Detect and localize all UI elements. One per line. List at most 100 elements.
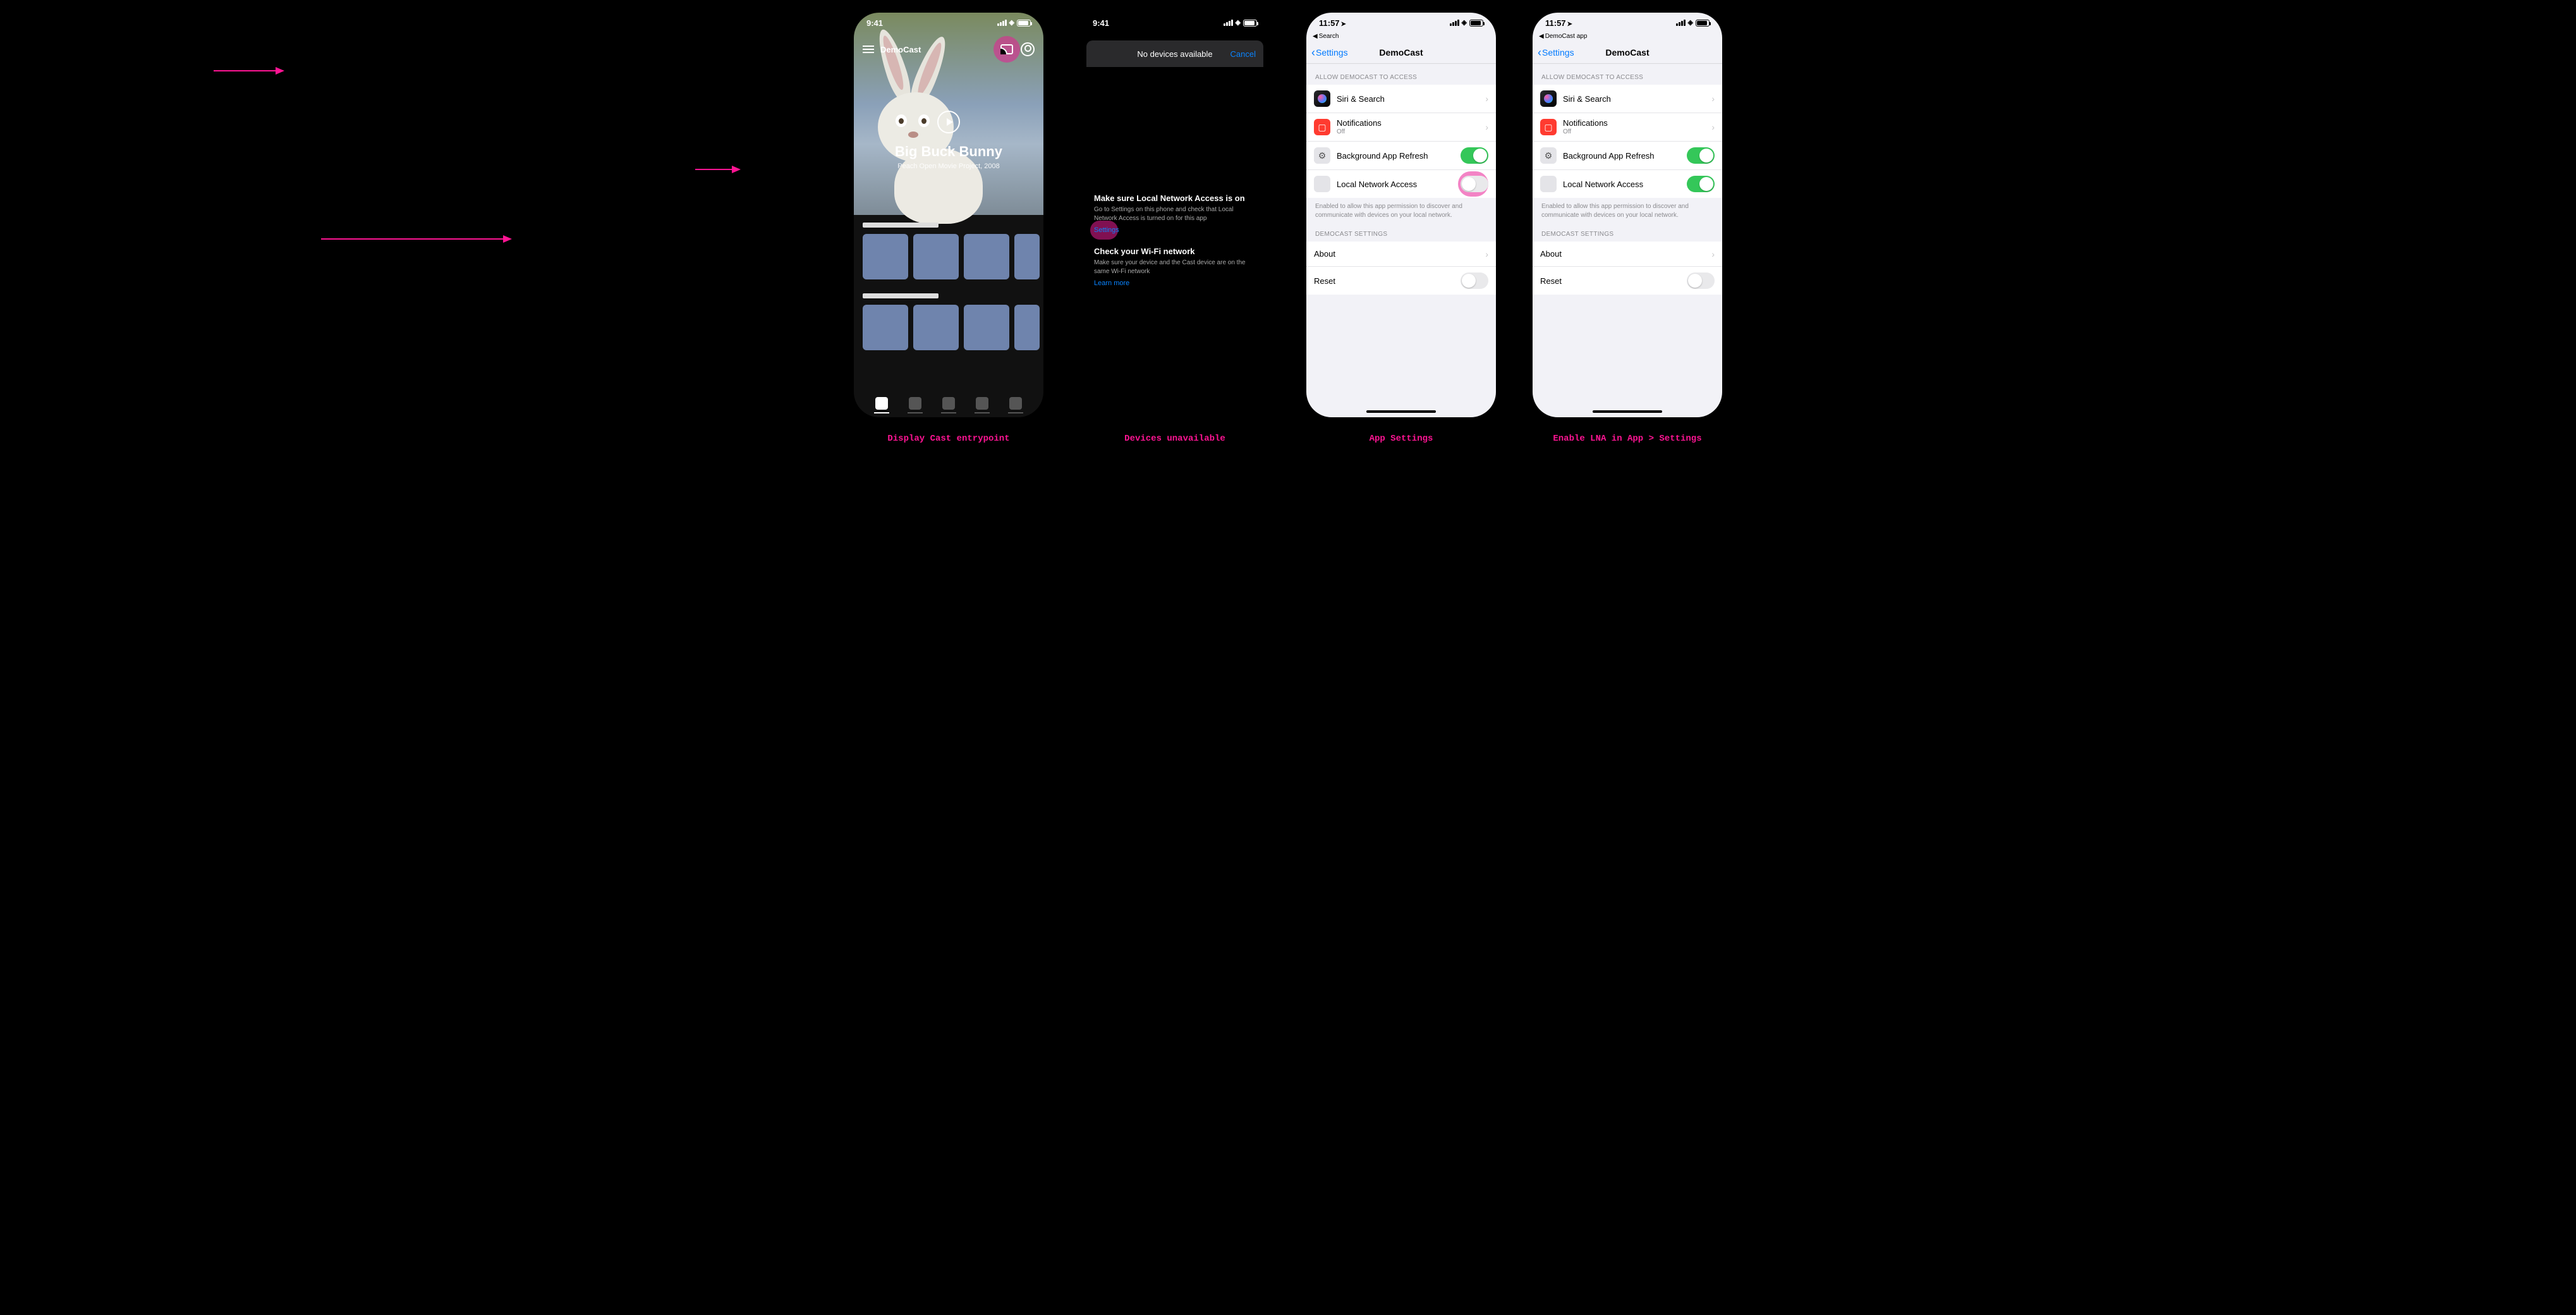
content-tile[interactable] [913, 305, 959, 350]
tab-item[interactable] [909, 397, 921, 410]
row-siri-search[interactable]: Siri & Search › [1533, 85, 1722, 113]
menu-icon[interactable] [863, 49, 874, 50]
row-notifications[interactable]: ▢ Notifications Off › [1306, 113, 1496, 142]
hero-subtitle: Peach Open Movie Project, 2008 [854, 162, 1043, 170]
content-tile[interactable] [964, 305, 1009, 350]
wifi-icon: ◈ [1688, 20, 1693, 27]
phone-no-devices: 9:41 ◈ No devices available Cancel Make … [1080, 13, 1270, 417]
row-background-refresh[interactable]: ⚙ Background App Refresh [1533, 142, 1722, 170]
breadcrumb-back[interactable]: ◀ Search [1306, 33, 1496, 41]
phone-cast-entrypoint: 9:41 ◈ DemoCast [854, 13, 1043, 417]
status-time: 11:57➤ [1545, 18, 1572, 28]
caption-1: Display Cast entrypoint [887, 434, 1009, 444]
cancel-button[interactable]: Cancel [1230, 49, 1256, 59]
help-text-lna: Go to Settings on this phone and check t… [1094, 205, 1256, 223]
caption-3: App Settings [1370, 434, 1433, 444]
toggle-lna[interactable] [1687, 176, 1715, 192]
battery-icon [1243, 20, 1257, 27]
gear-icon: ⚙ [1540, 147, 1557, 164]
home-indicator[interactable] [1593, 410, 1662, 413]
hero-area: 9:41 ◈ DemoCast [854, 13, 1043, 215]
row-local-network-access[interactable]: Local Network Access [1533, 170, 1722, 198]
content-tile[interactable] [913, 234, 959, 279]
content-tile[interactable] [863, 234, 908, 279]
battery-icon [1017, 20, 1031, 27]
caption-4: Enable LNA in App > Settings [1553, 434, 1701, 444]
content-tile[interactable] [863, 305, 908, 350]
toggle-lna[interactable] [1461, 176, 1488, 192]
toggle-bg-refresh[interactable] [1461, 147, 1488, 164]
status-icons: ◈ [997, 20, 1031, 27]
breadcrumb-back[interactable]: ◀ DemoCast app [1533, 33, 1722, 41]
shelf-heading-placeholder [863, 223, 939, 228]
chevron-right-icon: › [1711, 249, 1715, 259]
gear-icon: ⚙ [1314, 147, 1330, 164]
chevron-left-icon: ‹ [1538, 47, 1541, 58]
hero-title: Big Buck Bunny [854, 144, 1043, 160]
siri-icon [1314, 90, 1330, 107]
signal-icon [997, 20, 1007, 26]
notifications-icon: ▢ [1314, 119, 1330, 135]
learn-more-link[interactable]: Learn more [1094, 279, 1129, 287]
settings-link[interactable]: Settings [1094, 226, 1119, 234]
nav-back[interactable]: ‹Settings [1311, 47, 1348, 58]
tab-item[interactable] [1009, 397, 1022, 410]
siri-icon [1540, 90, 1557, 107]
status-time: 9:41 [866, 18, 883, 28]
chevron-right-icon: › [1485, 94, 1488, 104]
wifi-icon: ◈ [1462, 20, 1467, 27]
signal-icon [1450, 20, 1459, 26]
row-background-refresh[interactable]: ⚙ Background App Refresh [1306, 142, 1496, 170]
content-tile[interactable] [1014, 234, 1040, 279]
row-notifications[interactable]: ▢ Notifications Off › [1533, 113, 1722, 142]
row-siri-search[interactable]: Siri & Search › [1306, 85, 1496, 113]
chevron-left-icon: ‹ [1311, 47, 1315, 58]
section-header-access: ALLOW DEMOCAST TO ACCESS [1533, 64, 1722, 85]
nav-back[interactable]: ‹Settings [1538, 47, 1574, 58]
lna-icon [1314, 176, 1330, 192]
row-reset[interactable]: Reset [1306, 267, 1496, 295]
chevron-right-icon: › [1485, 122, 1488, 132]
nav-title: DemoCast [1379, 47, 1423, 58]
cast-icon[interactable] [1000, 44, 1013, 54]
content-tile[interactable] [964, 234, 1009, 279]
row-local-network-access[interactable]: Local Network Access [1306, 170, 1496, 198]
chevron-right-icon: › [1711, 94, 1715, 104]
account-icon[interactable] [1021, 42, 1035, 56]
section-header-app: DEMOCAST SETTINGS [1533, 221, 1722, 242]
wifi-icon: ◈ [1009, 20, 1014, 27]
battery-icon [1696, 20, 1710, 27]
toggle-bg-refresh[interactable] [1687, 147, 1715, 164]
tab-item[interactable] [875, 397, 888, 410]
chevron-right-icon: › [1485, 249, 1488, 259]
battery-icon [1469, 20, 1483, 27]
signal-icon [1224, 20, 1233, 26]
status-icons: ◈ [1224, 20, 1257, 27]
row-about[interactable]: About › [1533, 242, 1722, 267]
chevron-right-icon: › [1711, 122, 1715, 132]
tab-item[interactable] [942, 397, 955, 410]
status-time: 11:57➤ [1319, 18, 1346, 28]
tab-bar [854, 397, 1043, 410]
app-title: DemoCast [880, 45, 921, 54]
toggle-reset[interactable] [1461, 272, 1488, 289]
signal-icon [1676, 20, 1686, 26]
location-icon: ➤ [1567, 21, 1572, 28]
status-icons: ◈ [1676, 20, 1710, 27]
status-icons: ◈ [1450, 20, 1483, 27]
toggle-reset[interactable] [1687, 272, 1715, 289]
play-button[interactable] [937, 111, 960, 133]
content-tile[interactable] [1014, 305, 1040, 350]
location-icon: ➤ [1341, 21, 1346, 28]
sheet-header: No devices available Cancel [1086, 40, 1263, 67]
lna-footer-note: Enabled to allow this app permission to … [1306, 198, 1496, 221]
help-heading-lna: Make sure Local Network Access is on [1094, 193, 1256, 203]
notifications-icon: ▢ [1540, 119, 1557, 135]
lna-icon [1540, 176, 1557, 192]
row-reset[interactable]: Reset [1533, 267, 1722, 295]
home-indicator[interactable] [1366, 410, 1436, 413]
caption-2: Devices unavailable [1124, 434, 1225, 444]
sheet-title: No devices available [1137, 49, 1212, 59]
row-about[interactable]: About › [1306, 242, 1496, 267]
tab-item[interactable] [976, 397, 988, 410]
